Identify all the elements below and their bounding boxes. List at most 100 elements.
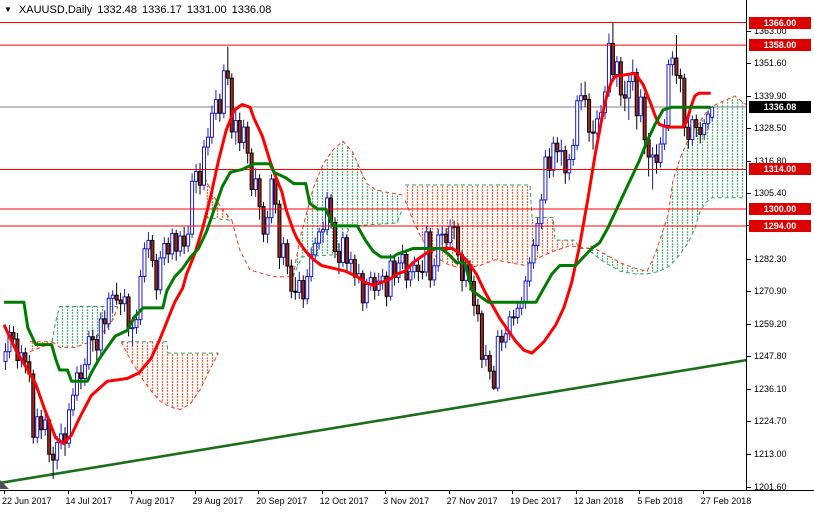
- trendline-layer[interactable]: [0, 360, 746, 483]
- candle-up: [441, 234, 444, 235]
- price-level-badge[interactable]: 1294.00: [749, 220, 811, 232]
- date-tick-mark: [639, 491, 640, 494]
- candle-down: [226, 71, 229, 78]
- candle-up: [131, 328, 134, 329]
- price-level-badge[interactable]: 1300.00: [749, 203, 811, 215]
- candle-up: [544, 157, 547, 200]
- price-tick-label: 1305.40: [754, 188, 787, 198]
- candle-up: [56, 443, 59, 461]
- price-level-badge[interactable]: 1358.00: [749, 39, 811, 51]
- candle-up: [659, 144, 662, 162]
- candle-down: [643, 97, 646, 140]
- candle-up: [663, 125, 666, 144]
- candle-up: [449, 226, 452, 242]
- candle-up: [707, 114, 710, 124]
- candle-down: [40, 417, 43, 430]
- candle-down: [488, 356, 491, 372]
- candle-down: [512, 317, 515, 318]
- candle-up: [314, 243, 317, 255]
- date-tick-mark: [195, 491, 196, 494]
- candle-down: [175, 234, 178, 252]
- candle-down: [421, 271, 424, 272]
- candle-down: [218, 100, 221, 114]
- price-tick-mark: [747, 193, 751, 194]
- candle-up: [651, 155, 654, 157]
- candle-up: [572, 145, 575, 159]
- price-tick-label: 1247.80: [754, 351, 787, 361]
- candle-down: [238, 121, 241, 143]
- date-tick-mark: [385, 491, 386, 494]
- price-tick-mark: [747, 259, 751, 260]
- price-chart-canvas[interactable]: [0, 0, 746, 490]
- candle-up: [171, 234, 174, 254]
- candle-up: [99, 319, 102, 350]
- candle-up: [270, 179, 273, 218]
- time-axis[interactable]: 22 Jun 201714 Jul 20177 Aug 201729 Aug 2…: [0, 490, 814, 514]
- price-tick-mark: [747, 128, 751, 129]
- candle-down: [91, 337, 94, 340]
- candle-down: [278, 204, 281, 257]
- candle-down: [167, 244, 170, 255]
- candle-up: [195, 171, 198, 181]
- price-tick-mark: [747, 31, 751, 32]
- candle-up: [433, 266, 436, 280]
- candle-up: [540, 200, 543, 224]
- candle-down: [24, 353, 27, 362]
- candle-up: [143, 249, 146, 277]
- ichimoku-cloud-layer: [30, 96, 746, 410]
- date-tick-label: 27 Feb 2018: [701, 496, 752, 506]
- date-tick-label: 7 Aug 2017: [129, 496, 175, 506]
- candle-down: [611, 43, 614, 74]
- candle-up: [206, 137, 209, 147]
- price-level-badge[interactable]: 1314.00: [749, 163, 811, 175]
- price-tick-mark: [747, 63, 751, 64]
- candle-up: [568, 160, 571, 173]
- candle-down: [119, 300, 122, 304]
- chart-window: ▼ XAUUSD,Daily 1332.48 1336.17 1331.00 1…: [0, 0, 814, 514]
- price-level-badge[interactable]: 1366.00: [749, 17, 811, 29]
- candle-down: [588, 99, 591, 132]
- candle-up: [703, 124, 706, 135]
- candle-up: [437, 235, 440, 266]
- candle-down: [675, 58, 678, 75]
- candle-up: [413, 265, 416, 272]
- candle-down: [230, 78, 233, 132]
- candle-up: [349, 260, 352, 264]
- candle-down: [95, 340, 98, 351]
- candle-up: [282, 244, 285, 258]
- candle-up: [691, 120, 694, 140]
- date-tick-mark: [576, 491, 577, 494]
- candle-up: [528, 263, 531, 281]
- price-tick-mark: [747, 421, 751, 422]
- candle-up: [83, 365, 86, 379]
- candle-up: [341, 238, 344, 263]
- candle-up: [615, 62, 618, 75]
- candle-down: [584, 96, 587, 100]
- candle-down: [302, 281, 305, 299]
- candle-down: [286, 244, 289, 266]
- candle-down: [290, 266, 293, 291]
- price-tick-label: 1270.90: [754, 286, 787, 296]
- candle-down: [699, 128, 702, 135]
- date-tick-mark: [131, 491, 132, 494]
- price-axis[interactable]: 1363.001351.601339.901328.501316.801305.…: [746, 0, 814, 490]
- candle-up: [711, 107, 714, 117]
- support-trendline[interactable]: [0, 360, 746, 483]
- candle-up: [516, 308, 519, 317]
- candle-up: [187, 234, 190, 246]
- date-tick-mark: [703, 491, 704, 494]
- candle-up: [306, 277, 309, 299]
- candle-down: [500, 336, 503, 342]
- date-tick-mark: [449, 491, 450, 494]
- candle-up: [560, 151, 563, 152]
- candle-down: [345, 238, 348, 263]
- candle-up: [254, 179, 257, 190]
- price-tick-mark: [747, 291, 751, 292]
- candle-down: [199, 171, 202, 185]
- close-value: 1336.08: [232, 4, 272, 16]
- date-tick-label: 19 Dec 2017: [510, 496, 561, 506]
- candle-up: [496, 336, 499, 388]
- ichimoku-cloud-orange: [405, 185, 590, 268]
- candle-up: [365, 284, 368, 302]
- candle-down: [480, 314, 483, 360]
